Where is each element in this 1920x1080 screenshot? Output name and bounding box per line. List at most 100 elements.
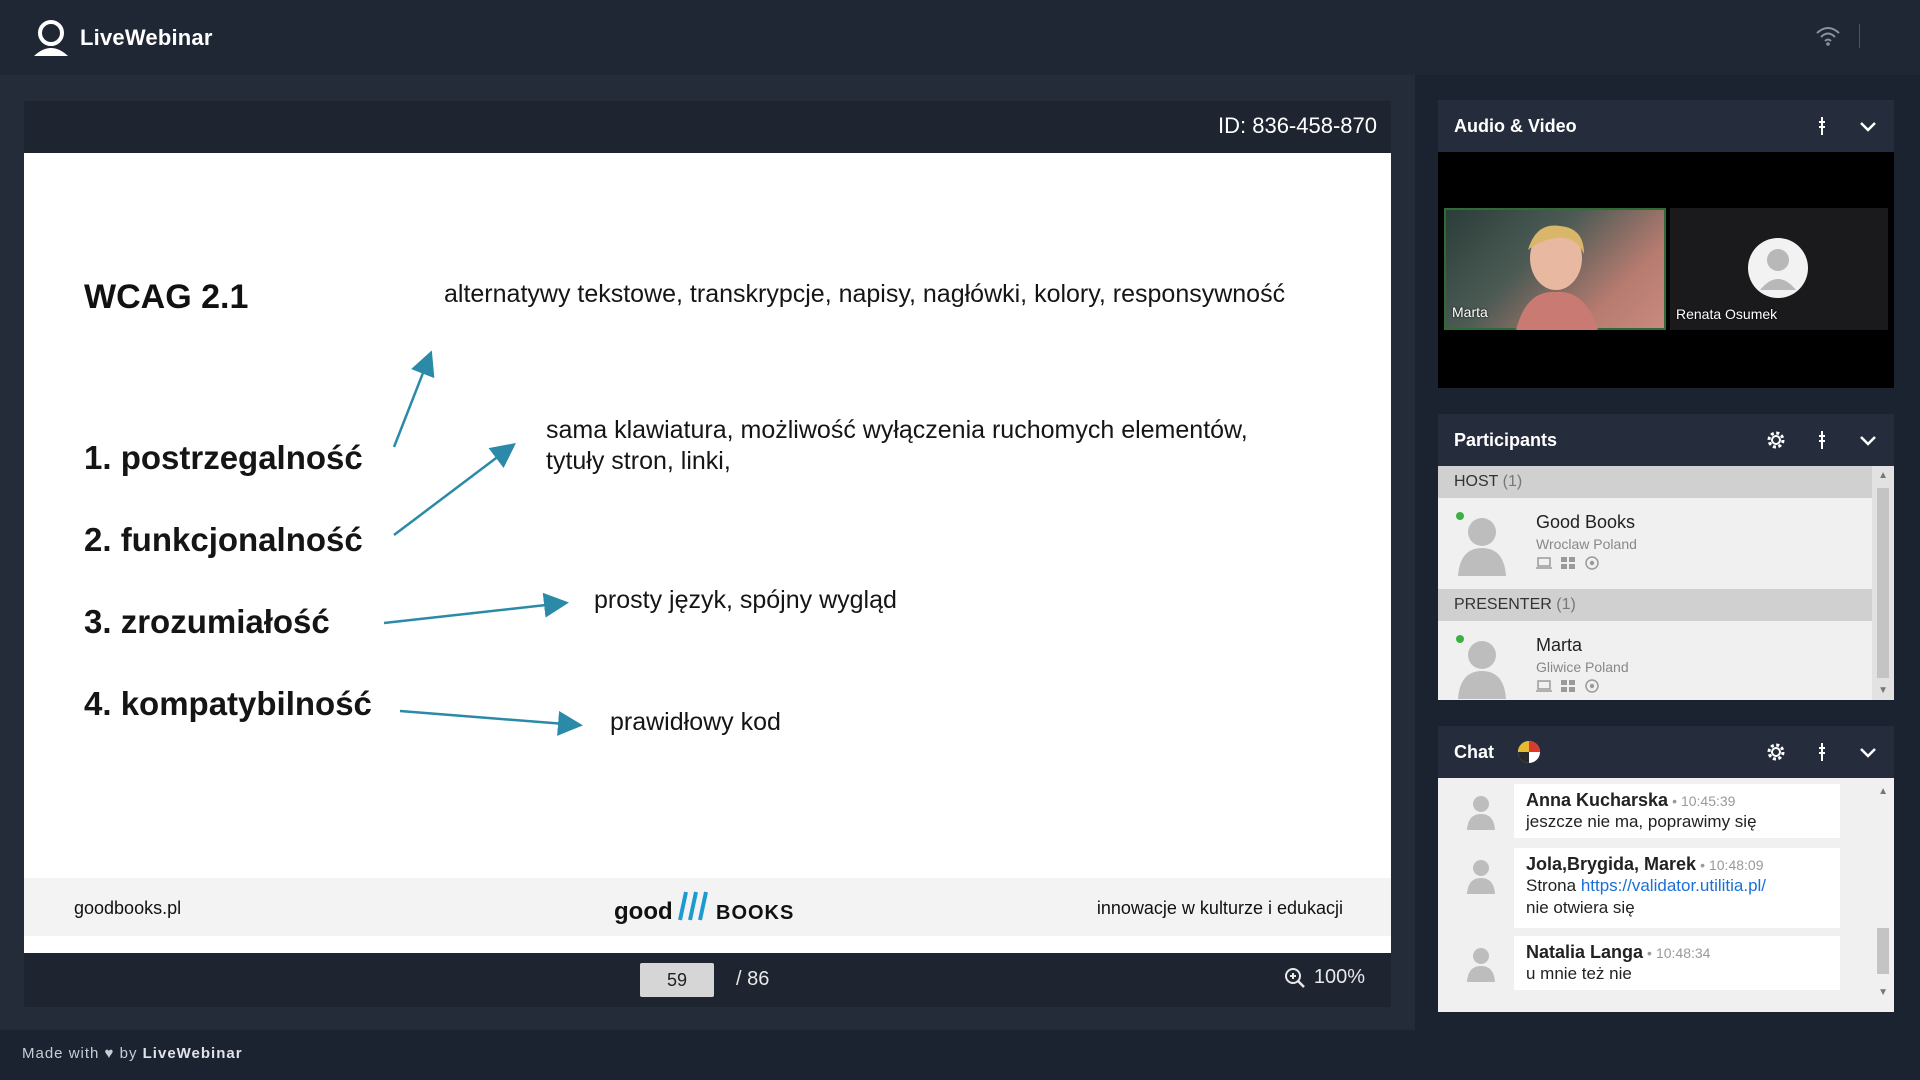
chat-header: Chat: [1438, 726, 1894, 778]
app-logo[interactable]: LiveWebinar: [30, 18, 213, 58]
chat-messages: Anna Kucharska • 10:45:39 jeszcze nie ma, …: [1438, 778, 1894, 1012]
separator-dot: •: [1647, 945, 1652, 961]
video-tile-renata[interactable]: Renata Osumek: [1670, 208, 1888, 330]
scroll-thumb[interactable]: [1877, 488, 1889, 678]
scroll-down-icon[interactable]: ▼: [1878, 987, 1888, 998]
scroll-thumb[interactable]: [1877, 928, 1889, 974]
participant-name: Marta: [1536, 635, 1583, 655]
page-number-input[interactable]: 59: [640, 963, 714, 997]
drag-handle-icon[interactable]: [1810, 114, 1834, 138]
arrow-1: [392, 350, 435, 448]
scroll-down-icon[interactable]: ▼: [1878, 685, 1888, 696]
chat-panel: Chat Anna Kucharska • 10:45:39 jeszcze n…: [1438, 726, 1894, 1012]
slide-arrows: [383, 350, 583, 736]
laptop-icon: [1536, 680, 1552, 692]
arrow-3: [383, 592, 569, 625]
page-total: / 86: [736, 968, 770, 990]
participants-list: HOST (1) Good Books Wroclaw Poland PRESE: [1438, 466, 1894, 700]
wifi-icon: [1816, 27, 1840, 46]
logo-word-good: good: [614, 898, 673, 925]
avatar-icon: [1467, 796, 1495, 830]
panel-title: Audio & Video: [1454, 115, 1577, 136]
avatar-icon: [1467, 948, 1495, 982]
message-bubble: Natalia Langa • 10:48:34 u mnie też nie: [1514, 936, 1840, 990]
video-area: Marta Renata Osumek: [1438, 152, 1894, 388]
scroll-up-icon[interactable]: ▲: [1878, 786, 1888, 797]
zoom-level: 100%: [1313, 966, 1365, 988]
made-with-text: Made with: [22, 1045, 100, 1062]
zoom-control[interactable]: 100%: [1284, 966, 1365, 989]
message-time: 10:45:39: [1680, 793, 1736, 809]
group-count: (1): [1556, 596, 1576, 613]
drag-handle-icon[interactable]: [1810, 740, 1834, 764]
message-author: Jola,Brygida, Marek: [1526, 854, 1697, 874]
panel-title: Chat: [1454, 741, 1494, 762]
message-time: 10:48:34: [1655, 945, 1711, 961]
gear-icon[interactable]: [1764, 428, 1788, 452]
group-label: HOST: [1454, 473, 1499, 490]
message-link[interactable]: https://validator.utilitia.pl/: [1581, 876, 1766, 895]
laptop-icon: [1536, 557, 1552, 569]
slide-footer: goodbooks.pl good books innowacje w kult…: [24, 878, 1391, 936]
presentation-controls: 59 / 86 100%: [24, 953, 1391, 1007]
tile-name: Renata Osumek: [1676, 306, 1778, 322]
divider: [1859, 24, 1860, 48]
participants-header: Participants: [1438, 414, 1894, 466]
avatar-icon: [1458, 518, 1506, 576]
message-bubble: Anna Kucharska • 10:45:39 jeszcze nie ma, …: [1514, 784, 1840, 838]
message-author: Natalia Langa: [1526, 942, 1644, 962]
zoom-in-icon[interactable]: [1284, 967, 1306, 989]
presentation-stage: ID: 836-458-870 WCAG 2.1 alternatywy tek…: [0, 75, 1415, 1030]
video-tile-marta[interactable]: Marta: [1444, 208, 1666, 330]
participant-row[interactable]: Good Books Wroclaw Poland: [1438, 498, 1872, 589]
windows-icon: [1561, 557, 1575, 569]
translate-globe-icon[interactable]: [1516, 739, 1542, 765]
chevron-down-icon[interactable]: [1856, 740, 1880, 764]
by-text: by: [119, 1045, 138, 1062]
participant-row[interactable]: Marta Gliwice Poland: [1438, 621, 1872, 700]
arrow-2: [393, 442, 516, 536]
made-with-credit[interactable]: Made with ♥ by LiveWebinar: [22, 1045, 243, 1062]
chevron-down-icon[interactable]: [1856, 428, 1880, 452]
bottom-bar: Made with ♥ by LiveWebinar: [0, 1030, 1920, 1080]
message-text: u mnie też nie: [1526, 964, 1632, 983]
device-icons: [1536, 679, 1600, 693]
avatar-icon: [1467, 860, 1495, 894]
participants-panel: Participants HOST (1) Good Books Wroclaw…: [1438, 414, 1894, 700]
browser-icon: [1585, 556, 1599, 570]
participant-location: Gliwice Poland: [1536, 659, 1629, 675]
windows-icon: [1561, 680, 1575, 692]
presentation-header: ID: 836-458-870: [24, 101, 1391, 153]
chat-scrollbar[interactable]: ▲ ▼: [1872, 778, 1894, 1012]
avatar-placeholder-icon: [1748, 238, 1808, 298]
avatar-icon: [1458, 641, 1506, 699]
panel-title: Participants: [1454, 429, 1558, 450]
audio-video-panel: Audio & Video Marta Renata Osumek: [1438, 100, 1894, 388]
group-header-presenter: PRESENTER (1): [1438, 589, 1872, 621]
message-time: 10:48:09: [1708, 857, 1764, 873]
chevron-down-icon[interactable]: [1856, 114, 1880, 138]
group-label: PRESENTER: [1454, 596, 1552, 613]
logo-bars-icon: [678, 891, 708, 921]
presentation-viewer: ID: 836-458-870 WCAG 2.1 alternatywy tek…: [24, 101, 1391, 1080]
brand-name: LiveWebinar: [142, 1045, 243, 1062]
gear-icon[interactable]: [1764, 740, 1788, 764]
browser-icon: [1585, 679, 1599, 693]
participant-name: Good Books: [1536, 512, 1636, 532]
online-status-dot: [1456, 512, 1464, 520]
message-prefix: Strona: [1526, 876, 1577, 895]
message-author: Anna Kucharska: [1526, 790, 1669, 810]
group-header-host: HOST (1): [1438, 466, 1872, 498]
goodbooks-logo: good books: [614, 888, 793, 928]
device-icons: [1536, 556, 1600, 570]
chat-message: Natalia Langa • 10:48:34 u mnie też nie: [1438, 936, 1872, 994]
footer-tagline: innowacje w kulturze i edukacji: [1096, 898, 1343, 918]
right-sidebar: Audio & Video Marta Renata Osumek Partic…: [1438, 100, 1894, 1012]
meeting-id: ID: 836-458-870: [1218, 113, 1377, 138]
webcam-person: [1516, 225, 1598, 330]
participant-location: Wroclaw Poland: [1536, 536, 1637, 552]
participants-scrollbar[interactable]: ▲ ▼: [1872, 466, 1894, 700]
logo-word-books: books: [716, 902, 795, 924]
scroll-up-icon[interactable]: ▲: [1878, 470, 1888, 481]
drag-handle-icon[interactable]: [1810, 428, 1834, 452]
